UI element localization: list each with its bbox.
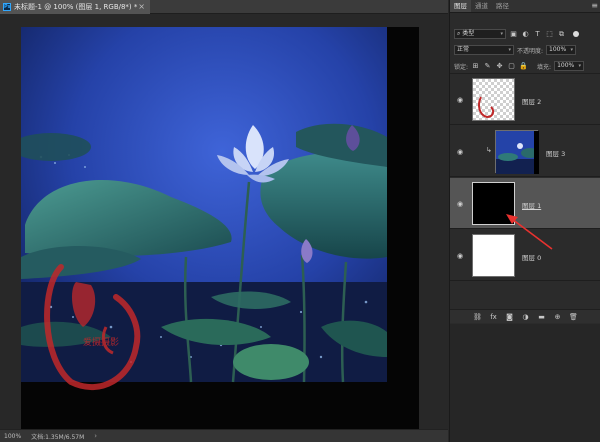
opacity-field[interactable]: 100% ▾ <box>546 45 577 55</box>
blend-row: 正常 ▾ 不透明度: 100% ▾ <box>450 43 600 57</box>
filter-kind-select[interactable]: ⌕ 类型 ▾ <box>454 29 506 39</box>
layer-name[interactable]: 图层 2 <box>522 96 541 106</box>
watermark-thumbnail-icon <box>478 96 495 119</box>
lock-row: 锁定: ⊞ ✎ ✥ ▢ 🔒 填充: 100% ▾ <box>450 59 600 73</box>
lock-all-icon[interactable]: 🔒 <box>519 62 528 71</box>
delete-layer-icon[interactable]: 🗑 <box>569 313 578 321</box>
filter-kind-value: ⌕ 类型 <box>457 30 474 38</box>
fill-label: 填充: <box>537 63 552 71</box>
lock-move-icon[interactable]: ✥ <box>495 62 504 71</box>
panel-tab-bar: 图层 通道 路径 ≡ <box>450 0 600 13</box>
eye-icon[interactable]: ◉ <box>456 200 464 208</box>
new-layer-icon[interactable]: ⊕ <box>553 313 562 321</box>
lock-artboard-icon[interactable]: ▢ <box>507 62 516 71</box>
smart-object-filter-icon[interactable]: ⧉ <box>557 30 566 39</box>
image-filter-icon[interactable]: ▣ <box>509 30 518 39</box>
lock-label: 锁定: <box>454 63 469 71</box>
layer-name[interactable]: 图层 3 <box>546 148 565 158</box>
shape-filter-icon[interactable]: ⬚ <box>545 30 554 39</box>
svg-text:爱摄摄影: 爱摄摄影 <box>83 336 119 348</box>
eye-icon[interactable]: ◉ <box>456 148 464 156</box>
tab-layers[interactable]: 图层 <box>450 0 471 12</box>
layer-row-layer-2[interactable]: ◉ 图层 2 <box>450 74 600 125</box>
document-info: 文档:1.35M/6.57M <box>31 433 85 441</box>
lock-transparent-icon[interactable]: ⊞ <box>471 62 480 71</box>
tab-channels[interactable]: 通道 <box>471 0 492 12</box>
document-canvas[interactable]: 爱摄摄影 <box>21 27 419 431</box>
blend-mode-select[interactable]: 正常 ▾ <box>454 45 514 55</box>
layer-filter-row: ⌕ 类型 ▾ ▣ ◐ T ⬚ ⧉ <box>450 27 600 41</box>
layers-list: ◉ 图层 2 ◉ ↳ 图层 3 ◉ 图层 1 ◉ 图层 0 <box>450 73 600 309</box>
layers-footer: ⛓ fx ◙ ◑ ▬ ⊕ 🗑 <box>450 309 600 323</box>
layer-thumbnail <box>472 78 515 121</box>
chevron-down-icon: ▾ <box>570 47 574 53</box>
status-menu-icon[interactable]: › <box>94 432 97 440</box>
adjustment-filter-icon[interactable]: ◐ <box>521 30 530 39</box>
clipping-mask-icon: ↳ <box>486 146 492 154</box>
zoom-level[interactable]: 100% <box>4 433 21 440</box>
photoshop-icon: Ps <box>3 3 11 11</box>
chevron-down-icon: ▾ <box>500 31 503 37</box>
photoshop-window: Ps 未标题-1 @ 100% (图层 1, RGB/8*) * × 爱摄摄影 … <box>0 0 600 442</box>
link-layers-icon[interactable]: ⛓ <box>473 313 482 321</box>
layer-row-layer-3[interactable]: ◉ ↳ 图层 3 <box>450 126 600 177</box>
annotation-arrow-icon <box>506 214 553 250</box>
document-tab[interactable]: Ps 未标题-1 @ 100% (图层 1, RGB/8*) * × <box>0 0 150 14</box>
document-tab-bar: Ps 未标题-1 @ 100% (图层 1, RGB/8*) * × <box>0 0 448 14</box>
eye-icon[interactable]: ◉ <box>456 252 464 260</box>
new-group-icon[interactable]: ▬ <box>537 313 546 321</box>
fx-icon[interactable]: fx <box>489 313 498 321</box>
fill-value: 100% <box>557 62 575 69</box>
lock-paint-icon[interactable]: ✎ <box>483 62 492 71</box>
type-filter-icon[interactable]: T <box>533 30 542 39</box>
fill-field[interactable]: 100% ▾ <box>554 61 585 71</box>
photo-thumbnail-icon <box>496 131 539 174</box>
canvas-area[interactable]: 爱摄摄影 <box>0 15 448 431</box>
document-title: 未标题-1 @ 100% (图层 1, RGB/8*) * <box>14 3 138 11</box>
add-mask-icon[interactable]: ◙ <box>505 313 514 321</box>
panel-menu-icon[interactable]: ≡ <box>591 1 598 10</box>
layers-panel: 图层 通道 路径 ≡ ⌕ 类型 ▾ ▣ ◐ T ⬚ ⧉ 正常 ▾ 不透明度: 1… <box>449 0 600 442</box>
panel-empty-area <box>450 324 600 442</box>
opacity-value: 100% <box>549 46 567 53</box>
adjustment-layer-icon[interactable]: ◑ <box>521 313 530 321</box>
chevron-down-icon: ▾ <box>578 63 582 69</box>
status-bar: 100% 文档:1.35M/6.57M › <box>0 429 448 442</box>
chevron-down-icon: ▾ <box>508 47 511 53</box>
blend-mode-value: 正常 <box>457 46 470 53</box>
close-icon[interactable]: × <box>138 2 145 11</box>
filter-kind-label: 类型 <box>462 30 475 37</box>
filter-toggle[interactable] <box>573 31 579 37</box>
lotus-photo: 爱摄摄影 <box>21 27 387 390</box>
layer-thumbnail <box>495 130 539 174</box>
tab-paths[interactable]: 路径 <box>492 0 513 12</box>
eye-icon[interactable]: ◉ <box>456 96 464 104</box>
opacity-label: 不透明度: <box>517 47 544 55</box>
